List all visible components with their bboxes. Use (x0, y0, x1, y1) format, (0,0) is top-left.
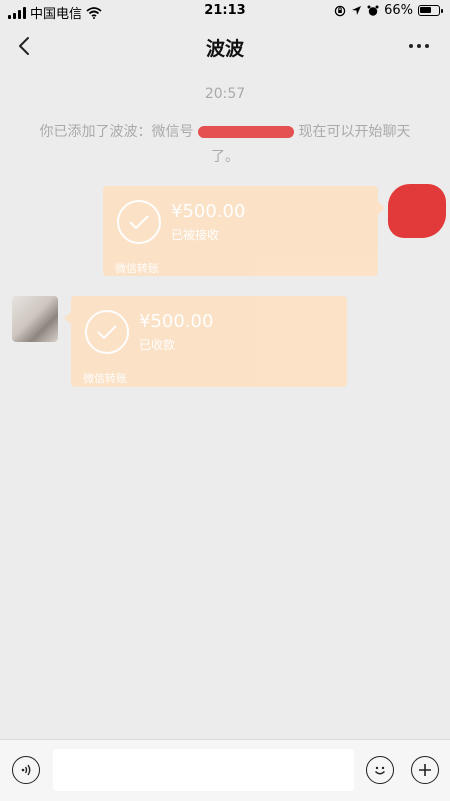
more-button[interactable] (402, 32, 436, 60)
status-right: 66% (334, 3, 443, 18)
transfer-card-outgoing[interactable]: ¥500.00 已被接收 微信转账 (103, 186, 385, 276)
transfer-card-incoming[interactable]: ¥500.00 已收款 微信转账 (64, 296, 347, 387)
plus-button[interactable] (411, 756, 439, 784)
voice-icon (21, 764, 31, 776)
status-bar: 中国电信 21:13 66% (0, 0, 450, 22)
battery-fill (420, 7, 431, 13)
emoji-icon (375, 766, 385, 775)
redacted-avatar (388, 184, 446, 238)
location-icon (352, 6, 362, 15)
redaction-mark (198, 126, 294, 138)
transfer-label: 微信转账 (83, 372, 127, 385)
transfer-status: 已收款 (139, 338, 176, 352)
transfer-amount: ¥500.00 (171, 201, 246, 222)
system-message: 你已添加了波波：微信号 现在可以开始聊天了。 (30, 120, 420, 170)
message-input[interactable] (53, 749, 354, 791)
nav-bar: 波波 (0, 22, 450, 70)
message-timestamp: 20:57 (204, 86, 246, 102)
more-dots-icon (407, 44, 431, 48)
transfer-label: 微信转账 (115, 262, 159, 275)
avatar[interactable] (12, 296, 58, 342)
rotation-lock-icon (334, 5, 346, 16)
transfer-status: 已被接收 (171, 228, 220, 242)
chat-title: 波波 (205, 38, 244, 60)
voice-button[interactable] (12, 756, 40, 784)
system-message-part1: 你已添加了波波：微信号 (39, 124, 194, 140)
check-circle-icon (117, 200, 161, 244)
battery-icon (418, 5, 443, 16)
plus-icon (419, 764, 431, 776)
battery-percent: 66% (384, 3, 413, 18)
emoji-button[interactable] (366, 756, 394, 784)
check-circle-icon (85, 310, 129, 354)
input-bar (0, 739, 450, 801)
alarm-icon (367, 5, 379, 16)
transfer-amount: ¥500.00 (139, 311, 214, 332)
